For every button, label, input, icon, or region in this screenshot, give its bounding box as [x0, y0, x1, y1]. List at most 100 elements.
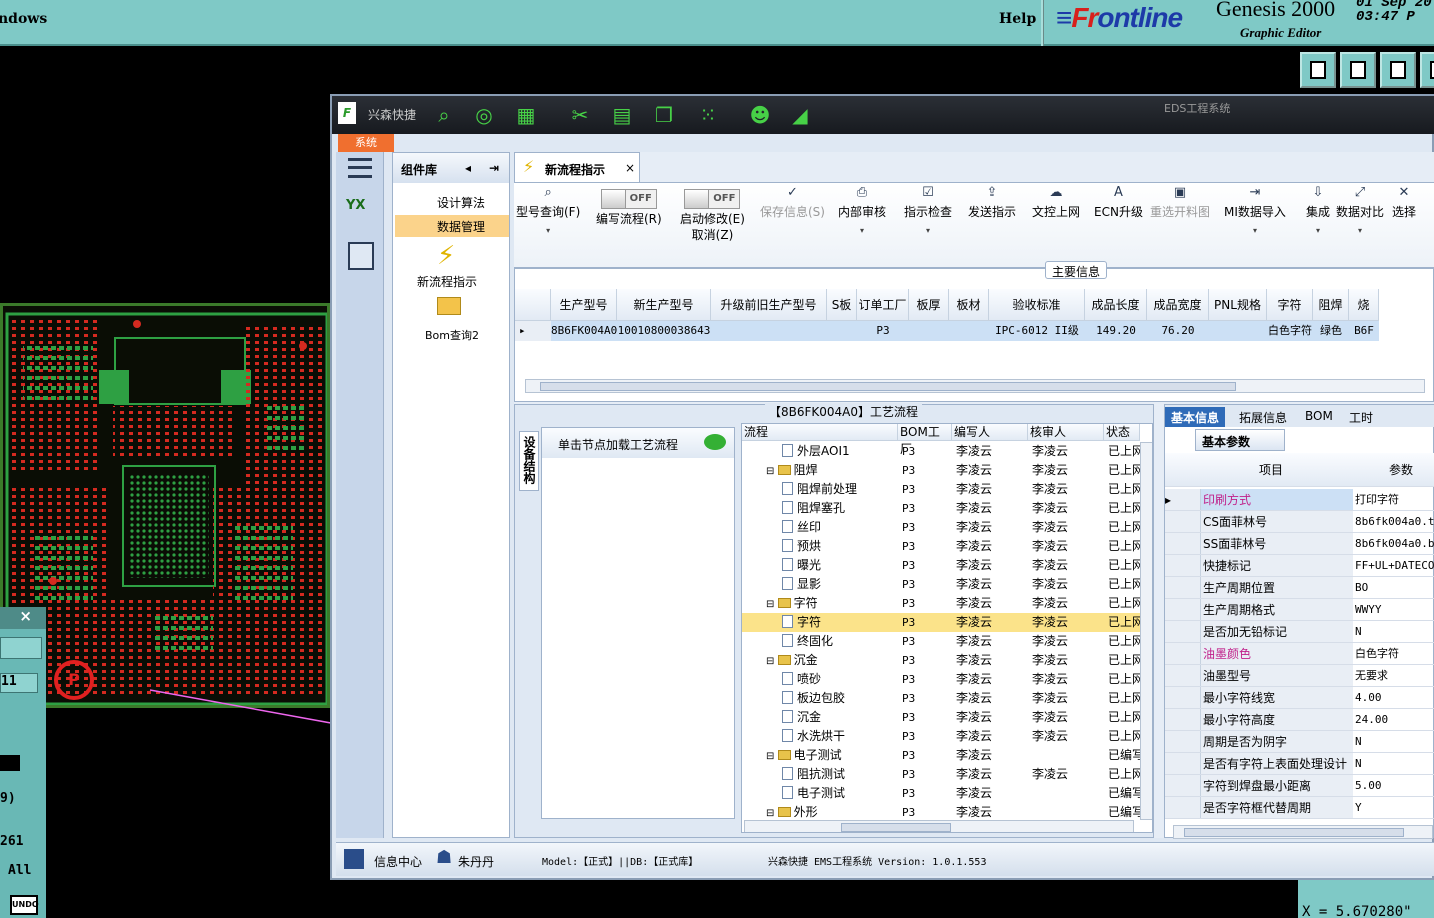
collapse-icon[interactable]: ⊟	[766, 599, 778, 610]
tree-col-header[interactable]: BOM工厂	[898, 424, 952, 456]
tree-node[interactable]: 喷砂	[782, 670, 898, 689]
menu-icon[interactable]	[348, 158, 372, 178]
component-item-data[interactable]: 数据管理	[395, 215, 509, 237]
tree-col-header[interactable]: 状态	[1104, 424, 1140, 441]
param-row[interactable]: CS面菲林号 8b6fk004a0.to	[1165, 511, 1434, 533]
apps-icon[interactable]: ⁙	[696, 103, 720, 127]
tree-node[interactable]: ⊟ 电子测试	[766, 746, 898, 766]
undo-button[interactable]: UNDO	[10, 895, 39, 915]
info-tab[interactable]: 拓展信息	[1233, 407, 1293, 427]
param-value[interactable]: BO	[1355, 577, 1368, 599]
tree-row[interactable]: 水洗烘干 P3 李凌云 李凌云 已上网	[742, 727, 1140, 746]
param-row[interactable]: 快捷标记FF+UL+DATECODE	[1165, 555, 1434, 577]
tree-node[interactable]: 阻焊塞孔	[782, 499, 898, 518]
tab-new-process[interactable]: ⚡ 新流程指示 ×	[514, 152, 640, 182]
device-structure-tab[interactable]: 设备结构	[519, 431, 539, 491]
tree-node[interactable]: 水洗烘干	[782, 727, 898, 746]
panel-field[interactable]	[0, 637, 42, 659]
tree-col-header[interactable]: 编写人	[952, 424, 1028, 441]
param-value[interactable]: 打印字符	[1355, 489, 1399, 511]
tree-node[interactable]: 电子测试	[782, 784, 898, 803]
tree-node[interactable]: 板边包胶	[782, 689, 898, 708]
grid-cell[interactable]: B6F	[1349, 321, 1379, 341]
param-row[interactable]: 是否有字符上表面处理设计 N	[1165, 753, 1434, 775]
param-value[interactable]: N	[1355, 731, 1362, 753]
ribbon-button-2[interactable]: OFF 启动修改(E) 取消(Z)	[680, 185, 745, 243]
tree-row[interactable]: 阻抗测试 P3 李凌云 李凌云 已上网	[742, 765, 1140, 784]
param-value[interactable]: 8b6fk004a0.to	[1355, 511, 1434, 533]
param-value[interactable]: 24.00	[1355, 709, 1388, 731]
folder-icon[interactable]	[437, 297, 461, 315]
grid-cell[interactable]	[827, 321, 857, 341]
tree-row[interactable]: 电子测试 P3 李凌云 已编写	[742, 784, 1140, 803]
system-tab[interactable]: 系统	[338, 134, 394, 152]
ribbon-button-9[interactable]: ▣ 重选开料图	[1150, 185, 1210, 220]
col-header[interactable]: 新生产型号	[617, 289, 711, 321]
tree-row[interactable]: 阻焊前处理 P3 李凌云 李凌云 已上网	[742, 480, 1140, 499]
tree-vscrollbar[interactable]	[1140, 442, 1152, 820]
collapse-icon[interactable]: ⊟	[766, 808, 778, 819]
panel-all[interactable]: All	[8, 863, 31, 878]
param-row[interactable]: SS面菲林号 8b6fk004a0.bo	[1165, 533, 1434, 555]
chart-icon[interactable]: ◢	[788, 103, 812, 127]
col-header[interactable]: 板厚	[909, 289, 949, 321]
menu-windows[interactable]: ndows	[0, 11, 47, 27]
tree-col-header[interactable]: 核审人	[1028, 424, 1104, 441]
ribbon-button-5[interactable]: ☑ 指示检查 ▾	[904, 185, 952, 235]
tree-row[interactable]: 显影 P3 李凌云 李凌云 已上网	[742, 575, 1140, 594]
param-row[interactable]: 是否加无铅标记 N	[1165, 621, 1434, 643]
toggle-switch[interactable]: OFF	[600, 189, 657, 209]
grid-cell[interactable]	[1209, 321, 1267, 341]
tree-node[interactable]: 曝光	[782, 556, 898, 575]
close-tab-icon[interactable]: ×	[625, 161, 635, 175]
tool-icon[interactable]	[1420, 52, 1434, 88]
collapse-icon[interactable]: ⊟	[766, 656, 778, 667]
layer-select[interactable]: 11	[0, 673, 38, 693]
col-header[interactable]: 烧	[1349, 289, 1379, 321]
param-value[interactable]: N	[1355, 621, 1362, 643]
param-value[interactable]: 无要求	[1355, 665, 1388, 687]
tree-row[interactable]: ⊟ 字符 P3 李凌云 李凌云 已上网	[742, 594, 1140, 613]
tree-node[interactable]: 预烘	[782, 537, 898, 556]
param-value[interactable]: 8b6fk004a0.bo	[1355, 533, 1434, 555]
tree-node[interactable]: ⊟ 沉金	[766, 651, 898, 671]
ribbon-button-10[interactable]: ⇥ MI数据导入 ▾	[1224, 185, 1286, 235]
export-icon[interactable]	[1300, 52, 1336, 88]
tree-node[interactable]: 阻焊前处理	[782, 480, 898, 499]
grid-cell[interactable]: P3	[857, 321, 909, 341]
menu-help[interactable]: Help	[999, 11, 1036, 27]
tree-node[interactable]: 阻抗测试	[782, 765, 898, 784]
pcb-canvas[interactable]	[0, 303, 330, 708]
tree-node[interactable]: 显影	[782, 575, 898, 594]
grid-cell[interactable]	[909, 321, 949, 341]
grid-cell[interactable]	[949, 321, 989, 341]
home-icon[interactable]	[1380, 52, 1416, 88]
param-row[interactable]: 生产周期格式 WWYY	[1165, 599, 1434, 621]
col-header[interactable]: 升级前旧生产型号	[711, 289, 827, 321]
tree-row[interactable]: 终固化 P3 李凌云 李凌云 已上网	[742, 632, 1140, 651]
ribbon-button-7[interactable]: ☁ 文控上网	[1032, 185, 1080, 220]
close-icon[interactable]: ×	[0, 607, 46, 629]
user-icon[interactable]: ☻	[748, 103, 772, 127]
tree-row[interactable]: 板边包胶 P3 李凌云 李凌云 已上网	[742, 689, 1140, 708]
tree-row[interactable]: 预烘 P3 李凌云 李凌云 已上网	[742, 537, 1140, 556]
grid-cell[interactable]	[711, 321, 827, 341]
tree-row[interactable]: 沉金 P3 李凌云 李凌云 已上网	[742, 708, 1140, 727]
param-row[interactable]: 油墨型号 无要求	[1165, 665, 1434, 687]
grid-icon[interactable]: ▦	[514, 103, 538, 127]
param-row[interactable]: 字符到焊盘最小距离 5.00	[1165, 775, 1434, 797]
col-header[interactable]: 成品长度	[1085, 289, 1147, 321]
col-header[interactable]: 订单工厂	[857, 289, 909, 321]
dropdown-chevron-icon[interactable]: ▾	[1224, 226, 1286, 235]
tree-node[interactable]: 终固化	[782, 632, 898, 651]
dropdown-chevron-icon[interactable]: ▾	[1306, 226, 1330, 235]
tree-node[interactable]: ⊟ 字符	[766, 594, 898, 614]
param-value[interactable]: N	[1355, 753, 1362, 775]
tree-row[interactable]: 外层AOI1 P3 李凌云 李凌云 已上网	[742, 442, 1140, 461]
col-header[interactable]: 生产型号	[551, 289, 617, 321]
grid-cell[interactable]: 149.20	[1085, 321, 1147, 341]
scissors-icon[interactable]: ✂	[568, 103, 592, 127]
tree-row[interactable]: ⊟ 阻焊 P3 李凌云 李凌云 已上网	[742, 461, 1140, 480]
component-item-design[interactable]: 设计算法	[395, 191, 509, 213]
toggle-switch[interactable]: OFF	[684, 189, 741, 209]
